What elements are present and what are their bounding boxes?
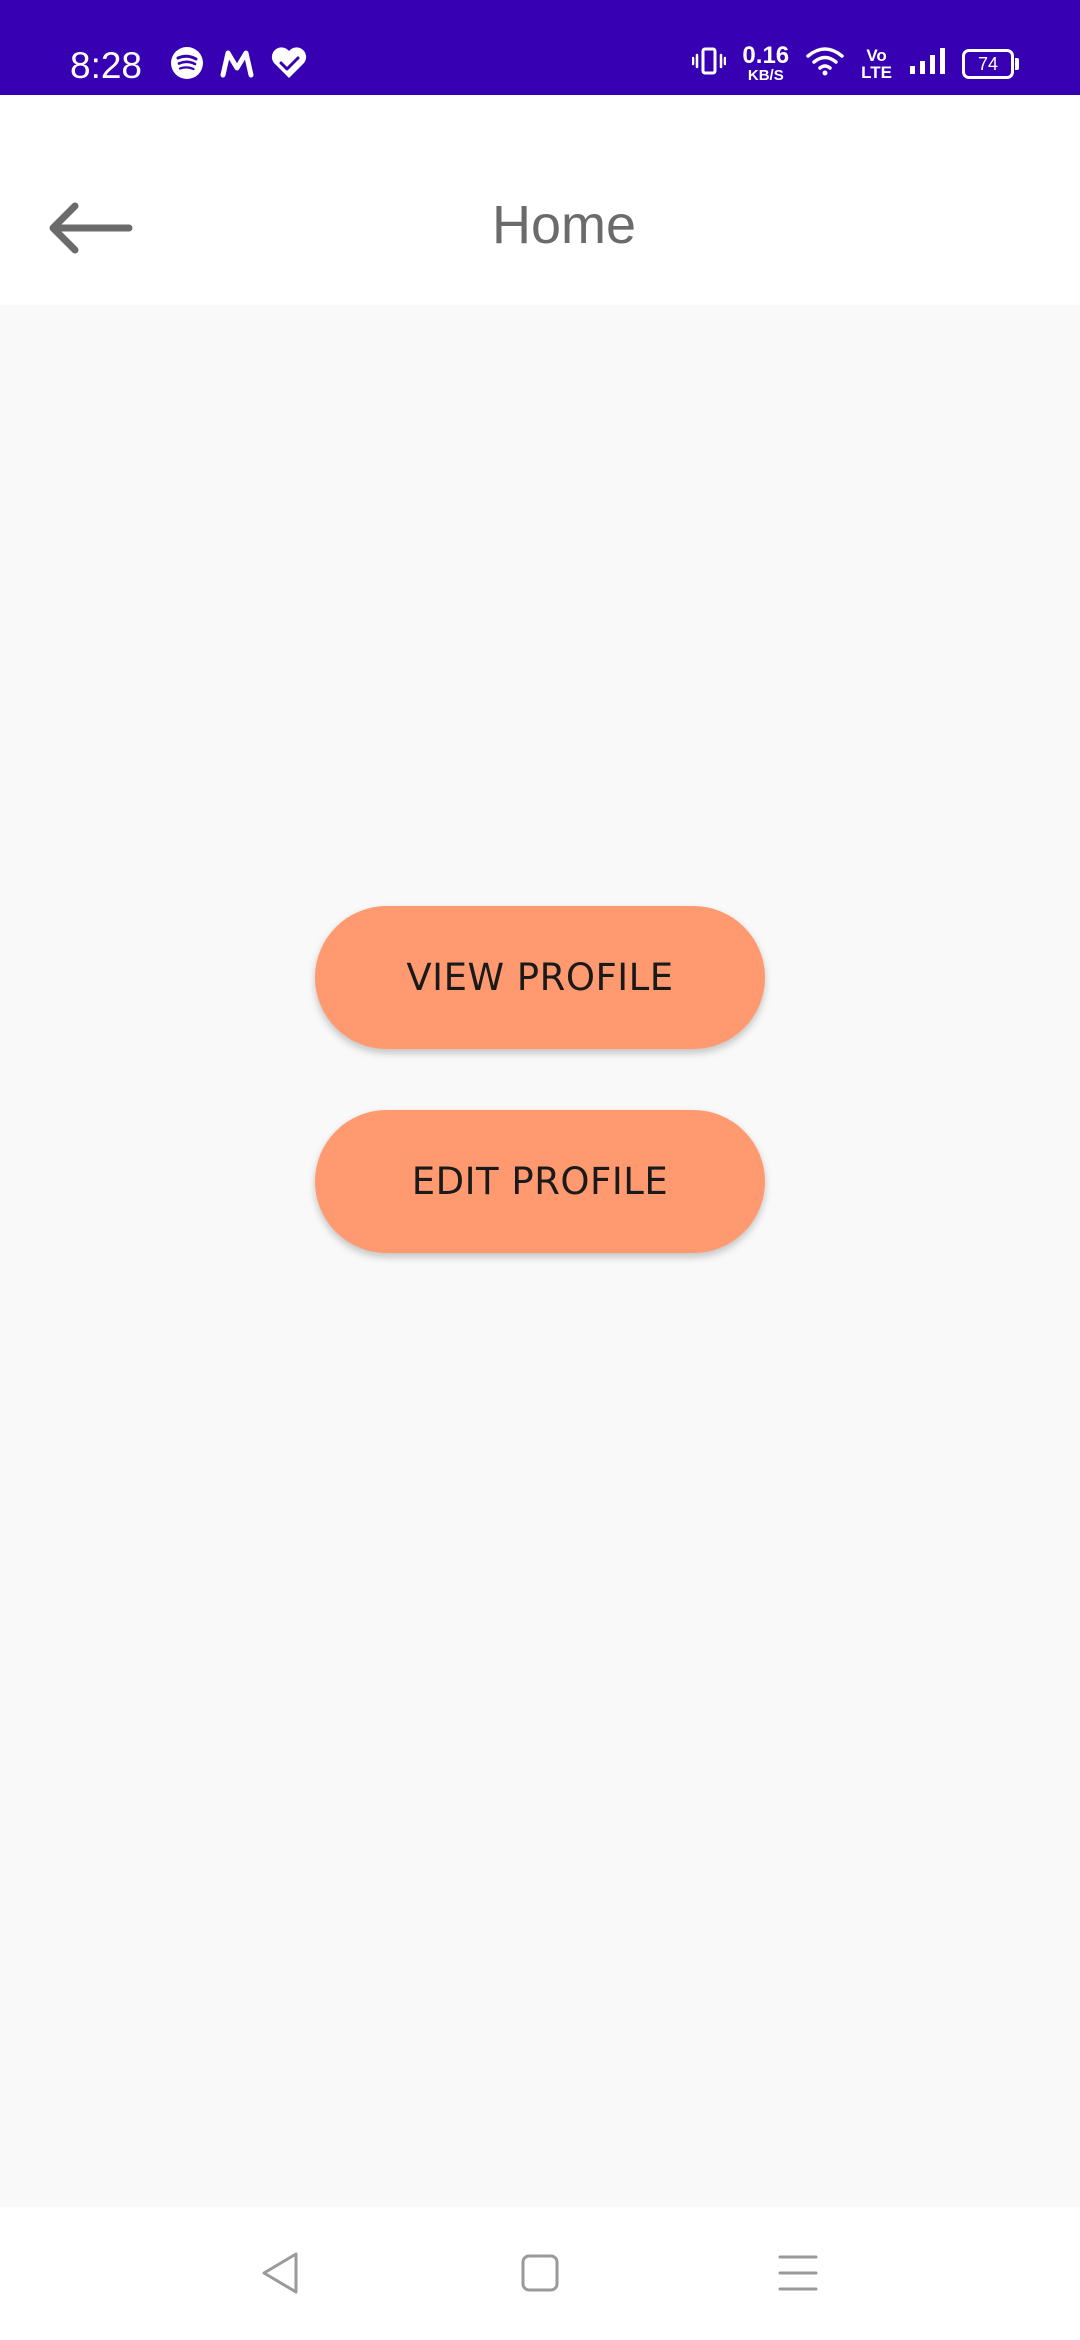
menu-lines-icon (776, 2253, 820, 2298)
system-indicators: 0.16 KB/S Vo LTE 74 (692, 42, 1019, 84)
nav-home-button[interactable] (510, 2245, 570, 2305)
spotify-icon (170, 46, 204, 85)
view-profile-button[interactable]: VIEW PROFILE (315, 906, 765, 1049)
home-square-icon (520, 2253, 560, 2298)
status-bar: 8:28 0.16 KB/S Vo LTE 74 (0, 0, 1080, 95)
health-heart-icon (270, 46, 308, 85)
network-speed: 0.16 KB/S (742, 42, 790, 84)
volte-bottom-label: LTE (861, 62, 892, 82)
back-triangle-icon (258, 2249, 302, 2302)
network-speed-value: 0.16 (742, 42, 790, 69)
network-speed-unit: KB/S (747, 67, 784, 84)
volte-top-label: Vo (866, 45, 887, 65)
battery-icon: 74 (962, 48, 1019, 79)
nav-back-button[interactable] (250, 2245, 310, 2305)
status-time: 8:28 (70, 45, 143, 86)
signal-icon (908, 46, 946, 81)
notification-icons (170, 46, 308, 85)
nav-recents-button[interactable] (768, 2245, 828, 2305)
volte-indicator: Vo LTE (861, 47, 892, 81)
battery-level: 74 (977, 53, 999, 74)
page-title: Home (491, 195, 637, 255)
edit-profile-button[interactable]: EDIT PROFILE (315, 1110, 765, 1253)
wifi-icon (805, 45, 845, 82)
vibrate-icon (692, 46, 727, 81)
myntra-icon (220, 48, 254, 83)
